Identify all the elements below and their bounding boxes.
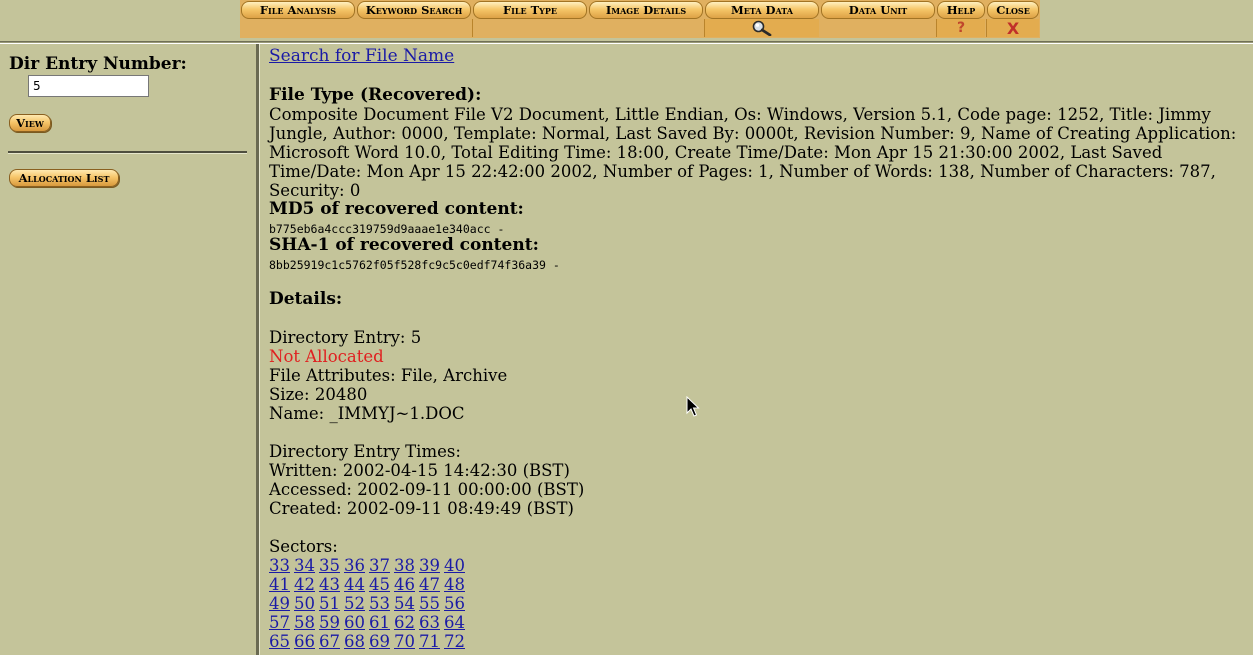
sector-link[interactable]: 58 bbox=[294, 613, 315, 632]
frame-divider[interactable] bbox=[256, 44, 260, 655]
sector-link[interactable]: 35 bbox=[319, 556, 340, 575]
allocation-list-button[interactable]: Allocation List bbox=[9, 169, 119, 187]
sector-link[interactable]: 42 bbox=[294, 575, 315, 594]
tab-keyword-search[interactable]: Keyword Search bbox=[357, 1, 471, 19]
file-size: Size: 20480 bbox=[269, 385, 368, 404]
sector-link[interactable]: 46 bbox=[394, 575, 415, 594]
sector-link[interactable]: 68 bbox=[344, 632, 365, 651]
times-heading: Directory Entry Times: bbox=[269, 442, 461, 461]
sector-link[interactable]: 57 bbox=[269, 613, 290, 632]
tab-file-type[interactable]: File Type bbox=[473, 1, 587, 19]
sector-link[interactable]: 65 bbox=[269, 632, 290, 651]
sector-link[interactable]: 55 bbox=[419, 594, 440, 613]
meta-data-indicator[interactable] bbox=[705, 19, 819, 37]
question-icon: ? bbox=[956, 20, 966, 36]
sha1-heading: SHA-1 of recovered content: bbox=[269, 235, 539, 255]
magnifier-icon bbox=[752, 20, 772, 36]
sector-row: 49 50 51 52 53 54 55 56 bbox=[269, 594, 469, 613]
written-time: Written: 2002-04-15 14:42:30 (BST) bbox=[269, 461, 570, 480]
sector-row: 65 66 67 68 69 70 71 72 bbox=[269, 632, 469, 651]
sector-link[interactable]: 43 bbox=[319, 575, 340, 594]
dir-entry-input[interactable] bbox=[28, 75, 149, 97]
sector-row: 57 58 59 60 61 62 63 64 bbox=[269, 613, 469, 632]
sector-link[interactable]: 51 bbox=[319, 594, 340, 613]
file-type-heading: File Type (Recovered): bbox=[269, 85, 482, 105]
sector-link[interactable]: 66 bbox=[294, 632, 315, 651]
sector-link[interactable]: 70 bbox=[394, 632, 415, 651]
allocation-status: Not Allocated bbox=[269, 347, 384, 366]
toolbar-separator bbox=[472, 19, 473, 37]
file-attributes: File Attributes: File, Archive bbox=[269, 366, 508, 385]
sector-link[interactable]: 47 bbox=[419, 575, 440, 594]
file-type-text: Composite Document File V2 Document, Lit… bbox=[269, 105, 1237, 200]
left-divider bbox=[8, 151, 247, 154]
sector-link[interactable]: 50 bbox=[294, 594, 315, 613]
file-name: Name: _IMMYJ~1.DOC bbox=[269, 404, 465, 423]
tab-close[interactable]: Close bbox=[987, 1, 1039, 19]
sector-link[interactable]: 34 bbox=[294, 556, 315, 575]
tab-image-details[interactable]: Image Details bbox=[589, 1, 703, 19]
sector-link[interactable]: 37 bbox=[369, 556, 390, 575]
sector-list: 33 34 35 36 37 38 39 40 41 42 43 44 45 46 47 48 49 50 51 52… bbox=[269, 556, 469, 651]
accessed-time: Accessed: 2002-09-11 00:00:00 (BST) bbox=[269, 480, 585, 499]
dir-entry-label: Dir Entry Number: bbox=[9, 54, 187, 74]
sector-link[interactable]: 40 bbox=[444, 556, 465, 575]
tab-meta-data[interactable]: Meta Data bbox=[705, 1, 819, 19]
sector-row: 41 42 43 44 45 46 47 48 bbox=[269, 575, 469, 594]
sector-link[interactable]: 49 bbox=[269, 594, 290, 613]
sector-link[interactable]: 48 bbox=[444, 575, 465, 594]
sector-link[interactable]: 59 bbox=[319, 613, 340, 632]
sector-link[interactable]: 41 bbox=[269, 575, 290, 594]
sha1-value: 8bb25919c1c5762f05f528fc9c5c0edf74f36a39… bbox=[269, 258, 560, 272]
sector-link[interactable]: 69 bbox=[369, 632, 390, 651]
sector-link[interactable]: 56 bbox=[444, 594, 465, 613]
sector-link[interactable]: 72 bbox=[444, 632, 465, 651]
sector-link[interactable]: 64 bbox=[444, 613, 465, 632]
mouse-cursor-icon bbox=[686, 396, 700, 417]
sector-link[interactable]: 71 bbox=[419, 632, 440, 651]
sector-link[interactable]: 33 bbox=[269, 556, 290, 575]
sector-link[interactable]: 67 bbox=[319, 632, 340, 651]
sector-row: 33 34 35 36 37 38 39 40 bbox=[269, 556, 469, 575]
search-file-name-link[interactable]: Search for File Name bbox=[269, 47, 454, 66]
sector-link[interactable]: 63 bbox=[419, 613, 440, 632]
sector-link[interactable]: 52 bbox=[344, 594, 365, 613]
sector-link[interactable]: 38 bbox=[394, 556, 415, 575]
left-panel: Dir Entry Number: View Allocation List bbox=[0, 44, 256, 655]
sector-link[interactable]: 39 bbox=[419, 556, 440, 575]
view-button[interactable]: View bbox=[9, 114, 51, 132]
sector-link[interactable]: 54 bbox=[394, 594, 415, 613]
created-time: Created: 2002-09-11 08:49:49 (BST) bbox=[269, 499, 574, 518]
close-icon: X bbox=[1006, 18, 1020, 38]
sector-link[interactable]: 61 bbox=[369, 613, 390, 632]
sector-link[interactable]: 45 bbox=[369, 575, 390, 594]
close-button[interactable]: X bbox=[987, 18, 1039, 38]
details-heading: Details: bbox=[269, 289, 343, 309]
sector-link[interactable]: 60 bbox=[344, 613, 365, 632]
help-button[interactable]: ? bbox=[937, 19, 985, 37]
tab-file-analysis[interactable]: File Analysis bbox=[241, 1, 355, 19]
sector-link[interactable]: 36 bbox=[344, 556, 365, 575]
tab-help[interactable]: Help bbox=[937, 1, 985, 19]
directory-entry: Directory Entry: 5 bbox=[269, 328, 422, 347]
md5-heading: MD5 of recovered content: bbox=[269, 199, 524, 219]
top-toolbar: File Analysis Keyword Search File Type I… bbox=[240, 0, 1040, 38]
sector-link[interactable]: 44 bbox=[344, 575, 365, 594]
sector-link[interactable]: 53 bbox=[369, 594, 390, 613]
sectors-heading: Sectors: bbox=[269, 537, 338, 556]
tab-data-unit[interactable]: Data Unit bbox=[821, 1, 935, 19]
sector-link[interactable]: 62 bbox=[394, 613, 415, 632]
